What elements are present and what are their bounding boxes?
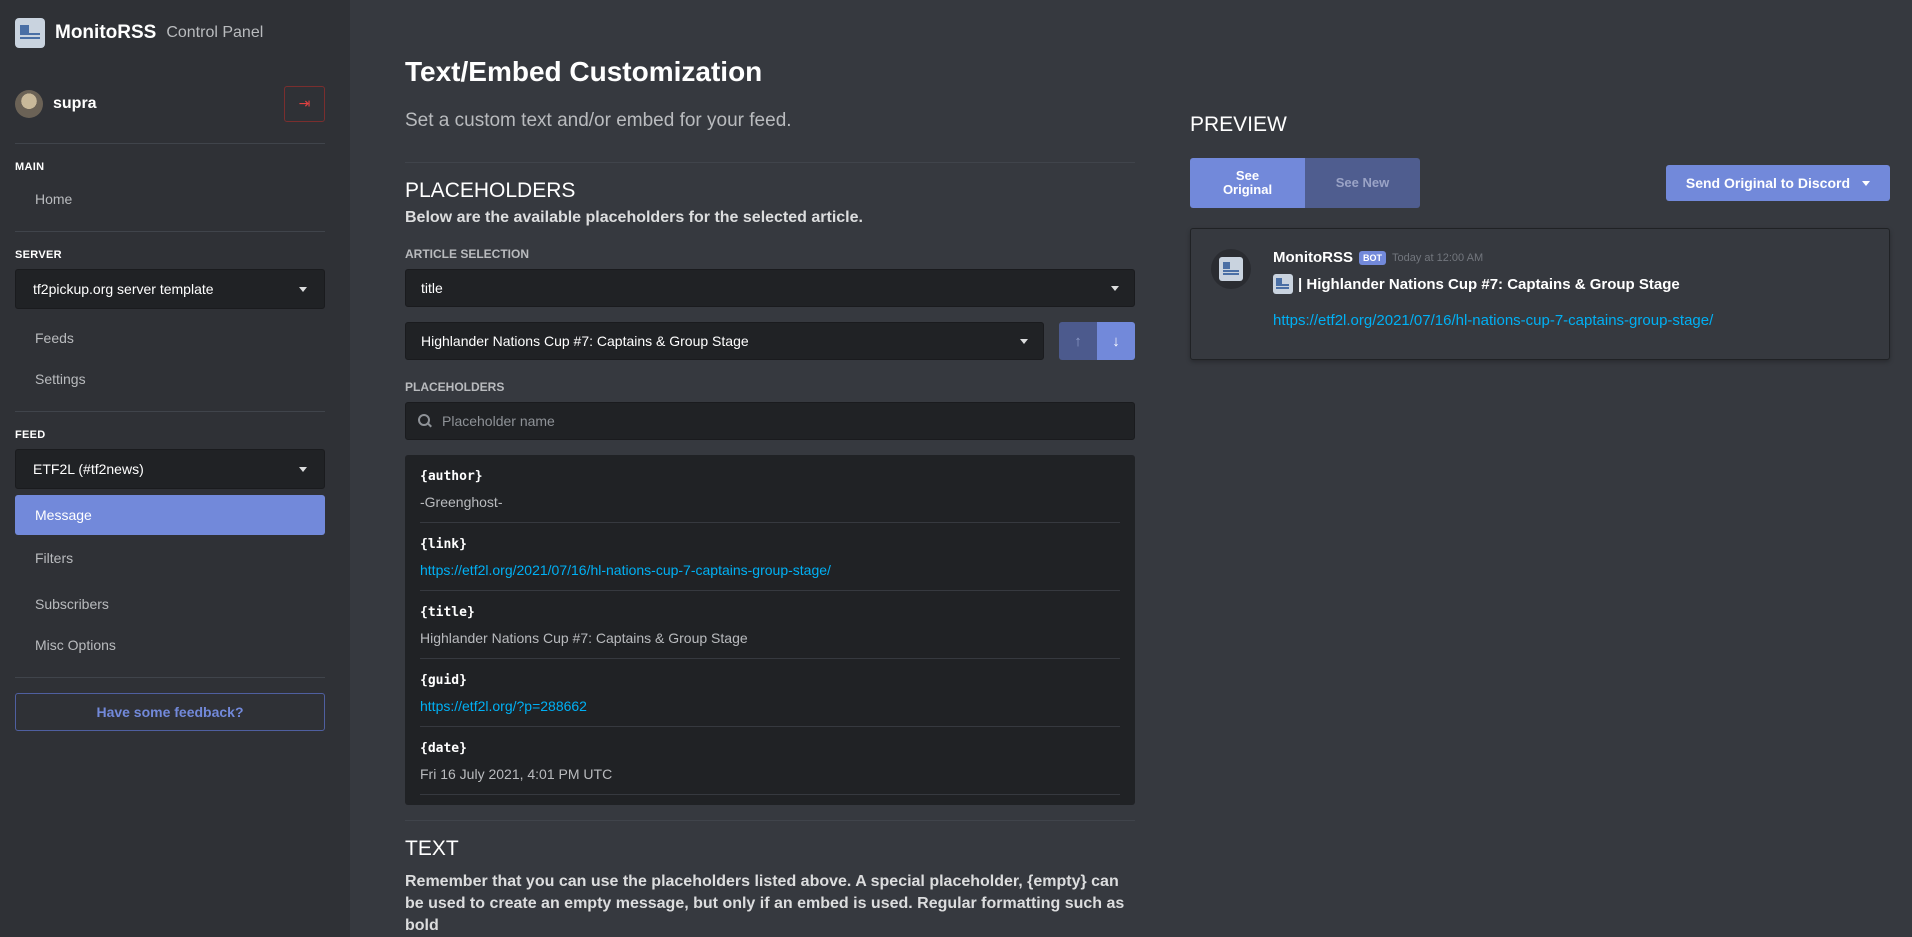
logout-button[interactable]: ⇥ [284,85,325,122]
message-title-line: | Highlander Nations Cup #7: Captains & … [1273,274,1713,294]
article-field-value: title [421,280,443,296]
article-nav: ↑ ↓ [1059,322,1135,360]
next-article-button[interactable]: ↓ [1097,322,1135,360]
server-section: SERVER tf2pickup.org server template Fee… [15,232,325,412]
list-item: {title} Highlander Nations Cup #7: Capta… [420,591,1120,659]
sidebar-item-message[interactable]: Message [15,495,325,535]
user-row: supra ⇥ [15,64,325,144]
send-button-label: Send Original to Discord [1685,175,1850,191]
preview-toolbar: See Original See New Send Original to Di… [1190,158,1890,208]
preview-title: PREVIEW [1190,113,1287,136]
server-select[interactable]: tf2pickup.org server template [15,269,325,309]
section-label-main: MAIN [15,161,45,173]
message-link[interactable]: https://etf2l.org/2021/07/16/hl-nations-… [1273,312,1713,329]
previous-article-button[interactable]: ↑ [1059,322,1097,360]
avatar [15,89,43,118]
placeholder-value-link[interactable]: https://etf2l.org/2021/07/16/hl-nations-… [420,562,1120,578]
message-body: MonitoRSS BOT Today at 12:00 AM | Highla… [1273,249,1713,339]
placeholders-description: Below are the available placeholders for… [405,209,863,226]
sidebar: MonitoRSS Control Panel supra ⇥ MAIN Hom… [0,0,350,937]
placeholder-list[interactable]: {author} -Greenghost- {link} https://etf… [405,455,1135,805]
sign-out-icon: ⇥ [298,95,311,111]
brand[interactable]: MonitoRSS Control Panel [15,0,325,64]
chevron-down-icon [1020,338,1028,344]
chevron-down-icon [1862,180,1870,186]
main-section: MAIN Home [15,144,325,232]
placeholder-value: Fri 16 July 2021, 4:01 PM UTC [420,766,613,782]
sidebar-item-feeds[interactable]: Feeds [15,315,325,361]
placeholders-label: PLACEHOLDERS [405,380,505,394]
article-row: Highlander Nations Cup #7: Captains & Gr… [405,322,1135,360]
placeholder-key: {date} [420,741,467,756]
brand-name: MonitoRSS [55,22,157,43]
list-item: {author} -Greenghost- [420,455,1120,523]
text-description: Remember that you can use the placeholde… [405,873,1125,934]
placeholders-heading: PLACEHOLDERS [405,179,576,202]
chevron-down-icon [299,286,307,292]
placeholder-search-input[interactable] [442,413,1122,429]
page-subtitle: Set a custom text and/or embed for your … [405,110,1135,163]
feedback-button[interactable]: Have some feedback? [15,693,325,731]
article-select[interactable]: Highlander Nations Cup #7: Captains & Gr… [405,322,1044,360]
list-item: {date} Fri 16 July 2021, 4:01 PM UTC [420,727,1120,795]
placeholder-value-link[interactable]: https://etf2l.org/?p=288662 [420,698,1120,714]
newspaper-emoji-icon [1273,274,1293,294]
monitorss-logo-icon [1219,257,1243,281]
preview-toggle: See Original See New [1190,158,1420,208]
placeholder-key: {link} [420,537,467,552]
arrow-down-icon: ↓ [1112,332,1120,350]
placeholder-search [405,402,1135,440]
message-header: MonitoRSS BOT Today at 12:00 AM [1273,249,1713,266]
see-original-button[interactable]: See Original [1190,158,1305,208]
section-label-server: SERVER [15,249,62,261]
page-title: Text/Embed Customization [405,56,763,87]
placeholder-value: Highlander Nations Cup #7: Captains & Gr… [420,630,748,646]
list-item: {guid} https://etf2l.org/?p=288662 [420,659,1120,727]
feed-section: FEED ETF2L (#tf2news) Message Filters Su… [15,412,325,678]
sidebar-item-misc-options[interactable]: Misc Options [15,627,325,663]
message-title: | Highlander Nations Cup #7: Captains & … [1298,275,1680,293]
article-field-select[interactable]: title [405,269,1135,307]
placeholder-key: {guid} [420,673,467,688]
monitorss-logo-icon [15,18,45,48]
preview-panel: PREVIEW See Original See New Send Origin… [1190,0,1890,360]
article-select-value: Highlander Nations Cup #7: Captains & Gr… [421,333,749,349]
message-timestamp: Today at 12:00 AM [1392,251,1484,264]
divider [405,820,1135,821]
feed-select[interactable]: ETF2L (#tf2news) [15,449,325,489]
bot-avatar [1211,249,1251,289]
send-to-discord-button[interactable]: Send Original to Discord [1665,165,1890,201]
see-new-button[interactable]: See New [1305,158,1420,208]
sidebar-item-home[interactable]: Home [15,181,325,217]
list-item: {link} https://etf2l.org/2021/07/16/hl-n… [420,523,1120,591]
chevron-down-icon [1111,285,1119,291]
sidebar-item-settings[interactable]: Settings [15,361,325,397]
chevron-down-icon [299,466,307,472]
search-icon [418,414,432,428]
main-content: Text/Embed Customization Set a custom te… [405,0,1135,937]
brand-subtitle: Control Panel [166,24,264,41]
placeholder-key: {title} [420,605,475,620]
text-heading: TEXT [405,837,459,860]
message-author: MonitoRSS [1273,249,1353,266]
sidebar-item-subscribers[interactable]: Subscribers [15,581,325,627]
username: supra [53,94,97,112]
placeholder-value: -Greenghost- [420,494,503,510]
article-selection-label: ARTICLE SELECTION [405,247,530,261]
feed-select-value: ETF2L (#tf2news) [33,461,144,477]
message-preview: MonitoRSS BOT Today at 12:00 AM | Highla… [1190,228,1890,360]
placeholder-key: {author} [420,469,483,484]
arrow-up-icon: ↑ [1074,332,1082,350]
bot-badge: BOT [1359,250,1386,265]
sidebar-item-filters[interactable]: Filters [15,535,325,581]
server-select-value: tf2pickup.org server template [33,281,214,297]
section-label-feed: FEED [15,429,46,441]
